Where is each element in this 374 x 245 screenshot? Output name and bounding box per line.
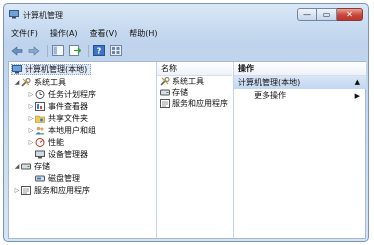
actions-section-computer-management[interactable]: 计算机管理(本地) ▲ (234, 76, 366, 89)
tree-label: 共享文件夹 (48, 114, 88, 123)
export-list-icon[interactable] (68, 44, 82, 57)
actions-pane: 操作 计算机管理(本地) ▲ 更多操作 ▶ (233, 62, 366, 238)
list-item-services-apps[interactable]: 服务和应用程序 (157, 98, 232, 109)
computer-management-icon (9, 10, 19, 19)
tools-icon (21, 78, 31, 87)
maximize-button[interactable]: ▭ (317, 8, 337, 21)
computer-management-icon (12, 65, 22, 74)
collapsed-arrow-icon[interactable]: ▷ (27, 103, 35, 110)
users-icon (35, 126, 45, 135)
device-manager-icon (35, 150, 45, 159)
list-item-label: 存储 (172, 88, 188, 97)
tree-item-shared-folders[interactable]: ▷ 共享文件夹 (27, 113, 88, 124)
expanded-arrow-icon[interactable]: ◢ (13, 79, 21, 86)
storage-icon (21, 162, 31, 171)
tree-label: 磁盘管理 (48, 174, 80, 183)
shared-folder-icon (35, 114, 45, 123)
collapsed-arrow-icon[interactable]: ▷ (27, 139, 35, 146)
clock-icon (35, 90, 45, 99)
back-icon[interactable] (10, 44, 24, 57)
menu-bar: 文件(F) 操作(A) 查看(V) 帮助(H) (4, 26, 368, 40)
collapsed-arrow-icon[interactable]: ▷ (13, 187, 21, 194)
actions-header: 操作 (234, 62, 366, 76)
tree-label: 性能 (48, 138, 64, 147)
tree-label: 服务和应用程序 (34, 186, 90, 195)
tree-item-services-apps[interactable]: ▷ 服务和应用程序 (13, 185, 90, 196)
tree-item-event-viewer[interactable]: ▷ 事件查看器 (27, 101, 88, 112)
help-icon[interactable]: ? (92, 44, 106, 57)
navigation-tree: 计算机管理(本地) ◢ 系统工具 ▷ 任务计划程序 ▷ 事件查看器 ▷ 共享文件… (9, 62, 157, 238)
tree-label: 计算机管理(本地) (25, 65, 88, 74)
services-icon (21, 186, 31, 195)
tree-item-performance[interactable]: ▷ 性能 (27, 137, 64, 148)
event-viewer-icon (35, 102, 45, 111)
title-bar[interactable]: 计算机管理 — ▭ ✕ (4, 4, 368, 26)
tree-item-task-scheduler[interactable]: ▷ 任务计划程序 (27, 89, 96, 100)
window-title: 计算机管理 (23, 11, 63, 20)
list-pane: 名称 系统工具 存储 服务和应用程序 (157, 62, 232, 238)
show-hide-tree-icon[interactable] (51, 44, 65, 57)
list-item-label: 系统工具 (172, 77, 204, 86)
tree-label: 系统工具 (34, 78, 66, 87)
disk-management-icon (35, 174, 45, 183)
actions-section-label: 计算机管理(本地) (238, 78, 301, 87)
tree-item-storage[interactable]: ◢ 存储 (13, 161, 50, 172)
forward-icon[interactable] (27, 44, 41, 57)
toolbar: ? (4, 41, 368, 60)
list-item-label: 服务和应用程序 (172, 99, 228, 108)
collapsed-arrow-icon[interactable]: ▷ (27, 91, 35, 98)
performance-icon (35, 138, 45, 147)
tree-label: 事件查看器 (48, 102, 88, 111)
expanded-arrow-icon[interactable]: ◢ (13, 163, 21, 170)
tree-label: 任务计划程序 (48, 90, 96, 99)
toolbar-separator (47, 44, 48, 57)
more-actions-label: 更多操作 (254, 91, 286, 100)
main-content: 计算机管理(本地) ◢ 系统工具 ▷ 任务计划程序 ▷ 事件查看器 ▷ 共享文件… (8, 61, 366, 239)
collapsed-arrow-icon[interactable]: ▷ (27, 127, 35, 134)
tree-label: 本地用户和组 (48, 126, 96, 135)
collapsed-arrow-icon[interactable]: ▷ (27, 115, 35, 122)
properties-icon[interactable] (109, 44, 123, 57)
tree-item-system-tools[interactable]: ◢ 系统工具 (13, 77, 66, 88)
minimize-button[interactable]: — (297, 8, 317, 21)
menu-action[interactable]: 操作(A) (44, 28, 84, 39)
collapse-triangle-icon[interactable]: ▲ (355, 76, 360, 89)
services-icon (160, 99, 170, 108)
svg-text:?: ? (97, 47, 102, 56)
storage-icon (160, 88, 170, 97)
column-header-name[interactable]: 名称 (157, 62, 232, 76)
menu-help[interactable]: 帮助(H) (123, 28, 163, 39)
tree-item-disk-management[interactable]: 磁盘管理 (35, 173, 80, 184)
window-controls: — ▭ ✕ (297, 8, 363, 22)
more-actions-item[interactable]: 更多操作 ▶ (234, 89, 366, 103)
menu-view[interactable]: 查看(V) (84, 28, 124, 39)
toolbar-separator (88, 44, 89, 57)
list-item-system-tools[interactable]: 系统工具 (157, 76, 232, 87)
close-button[interactable]: ✕ (337, 8, 363, 21)
tools-icon (160, 77, 170, 86)
computer-management-window: 计算机管理 — ▭ ✕ 文件(F) 操作(A) 查看(V) 帮助(H) ? 计算… (3, 3, 369, 242)
submenu-arrow-icon: ▶ (354, 92, 360, 100)
tree-item-computer-management[interactable]: 计算机管理(本地) (11, 64, 92, 75)
tree-label: 设备管理器 (48, 150, 88, 159)
menu-file[interactable]: 文件(F) (4, 28, 44, 39)
tree-item-device-manager[interactable]: 设备管理器 (35, 149, 88, 160)
tree-label: 存储 (34, 162, 50, 171)
list-item-storage[interactable]: 存储 (157, 87, 232, 98)
tree-item-local-users[interactable]: ▷ 本地用户和组 (27, 125, 96, 136)
